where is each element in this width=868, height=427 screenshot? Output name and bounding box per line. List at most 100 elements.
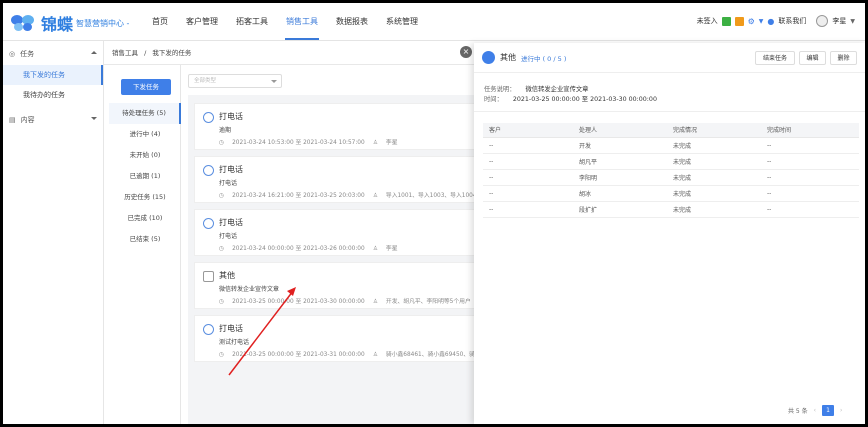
cell-customer: -- <box>483 169 573 186</box>
task-group-history[interactable]: 历史任务 (15) <box>109 187 181 208</box>
target-icon: ◎ <box>9 50 16 58</box>
checkin-status[interactable]: 未签入 <box>697 16 718 26</box>
cell-finish-time: -- <box>761 137 859 154</box>
cell-status: 未完成 <box>667 169 761 186</box>
task-group-in-progress[interactable]: 进行中 (4) <box>109 124 181 145</box>
end-task-button[interactable]: 结束任务 <box>755 51 795 65</box>
table-row[interactable]: -- 胡凡平 未完成 -- <box>483 153 859 170</box>
close-icon[interactable]: × <box>460 46 472 58</box>
sidebar-item-my-issued-tasks[interactable]: 我下发的任务 <box>3 65 103 85</box>
edit-button[interactable]: 编辑 <box>799 51 826 65</box>
task-info: 任务说明： 微信转发企业宣传文章 时间： 2021-03-25 00:00:00 至… <box>484 85 657 105</box>
task-desc: 打电话 <box>219 233 238 240</box>
task-card[interactable]: 打电话 测试打电话 ◷ 2021-03-25 00:00:00 至 2021-03… <box>194 315 481 362</box>
cell-finish-time: -- <box>761 169 859 186</box>
contact-icon: ● <box>767 16 775 26</box>
logo[interactable]: 锦蝶 智慧营销中心 - <box>11 11 129 35</box>
chevron-up-icon <box>91 51 97 54</box>
message-icon[interactable] <box>734 16 744 26</box>
total-count: 共 5 条 <box>788 408 808 415</box>
checkin-icon[interactable] <box>721 16 731 26</box>
task-type-select[interactable]: 全部类型 <box>188 74 282 88</box>
other-task-icon <box>203 271 214 282</box>
header-tools: 未签入 ⚙ ▼ ● 联系我们 李星 ▼ <box>697 15 855 27</box>
table-row[interactable]: -- 开发 未完成 -- <box>483 137 859 154</box>
task-time: 2021-03-24 16:21:00 至 2021-03-25 20:03:0… <box>232 193 365 199</box>
chevron-down-icon[interactable]: ▼ <box>759 18 764 25</box>
task-title: 打电话 <box>219 324 243 333</box>
task-time: 2021-03-25 00:00:00 至 2021-03-31 00:00:0… <box>232 352 365 358</box>
task-group-completed[interactable]: 已完成 (10) <box>109 208 181 229</box>
task-meta: ◷ 2021-03-25 00:00:00 至 2021-03-31 00:00:… <box>219 349 489 358</box>
breadcrumb-current: 我下发的任务 <box>152 49 192 57</box>
nav-system-management[interactable]: 系统管理 <box>377 3 427 40</box>
nav-prospecting-tools[interactable]: 拓客工具 <box>227 3 277 40</box>
user-name[interactable]: 李星 <box>832 16 846 26</box>
table-row[interactable]: -- 段扩扩 未完成 -- <box>483 201 859 218</box>
cell-handler: 胡凡平 <box>573 153 667 170</box>
phone-circle-icon <box>203 324 214 335</box>
cell-handler: 段扩扩 <box>573 201 667 218</box>
task-meta: ◷ 2021-03-24 10:53:00 至 2021-03-24 10:57:… <box>219 137 406 146</box>
gear-icon[interactable]: ⚙ <box>748 17 755 26</box>
page-button[interactable]: 1 <box>822 405 835 416</box>
issue-task-button[interactable]: 下发任务 <box>121 79 171 95</box>
next-page-icon[interactable]: › <box>840 407 842 414</box>
nav-home[interactable]: 首页 <box>143 3 177 40</box>
breadcrumb-root[interactable]: 销售工具 <box>112 49 138 57</box>
task-desc: 微信转发企业宣传文章 <box>219 286 280 293</box>
phone-circle-icon <box>203 165 214 176</box>
chevron-down-icon <box>271 80 277 83</box>
cell-finish-time: -- <box>761 185 859 202</box>
clock-icon: ◷ <box>219 193 225 199</box>
user-menu-chevron-icon[interactable]: ▼ <box>850 18 855 25</box>
task-group-not-started[interactable]: 未开始 (0) <box>109 145 181 166</box>
task-time: 2021-03-24 00:00:00 至 2021-03-26 00:00:0… <box>232 246 365 252</box>
nav-reports[interactable]: 数据报表 <box>327 3 377 40</box>
phone-circle-icon <box>203 218 214 229</box>
delete-button[interactable]: 删除 <box>830 51 857 65</box>
cell-status: 未完成 <box>667 153 761 170</box>
nav-customer-management[interactable]: 客户管理 <box>177 3 227 40</box>
task-time: 2021-03-25 00:00:00 至 2021-03-30 00:00:0… <box>232 299 365 305</box>
sidebar-group-label: 内容 <box>20 116 35 124</box>
task-card[interactable]: 打电话 打电话 ◷ 2021-03-24 16:21:00 至 2021-03-2… <box>194 156 482 203</box>
col-handler: 处理人 <box>573 123 667 138</box>
task-meta: ◷ 2021-03-25 00:00:00 至 2021-03-30 00:00:… <box>219 296 479 305</box>
table-row[interactable]: -- 李阳明 未完成 -- <box>483 169 859 186</box>
task-group-ended[interactable]: 已结束 (5) <box>109 229 181 250</box>
task-card[interactable]: 打电话 逾期 ◷ 2021-03-24 10:53:00 至 2021-03-24… <box>194 103 480 150</box>
brand-name: 锦蝶 <box>41 15 74 34</box>
person-icon: ♙ <box>372 352 378 358</box>
avatar[interactable] <box>816 15 829 27</box>
nav-sales-tools[interactable]: 销售工具 <box>277 3 327 40</box>
cell-finish-time: -- <box>761 153 859 170</box>
task-group-overdue[interactable]: 已逾期 (1) <box>109 166 181 187</box>
cell-customer: -- <box>483 185 573 202</box>
sidebar-group-tasks[interactable]: ◎ 任务 <box>3 43 103 65</box>
clock-icon: ◷ <box>219 246 225 252</box>
sidebar-group-label: 任务 <box>20 50 35 58</box>
task-people: 李星 <box>385 140 398 146</box>
clock-icon: ◷ <box>219 140 225 146</box>
prev-page-icon[interactable]: ‹ <box>814 407 816 414</box>
task-group-list: 待处理任务 (5) 进行中 (4) 未开始 (0) 已逾期 (1) 历史任务 (… <box>109 103 181 250</box>
task-card[interactable]: 其他 微信转发企业宣传文章 ◷ 2021-03-25 00:00:00 至 202… <box>194 262 480 309</box>
task-desc: 测试打电话 <box>219 339 250 346</box>
status-badge: 进行中 ( 0 / 5 ) <box>521 55 567 63</box>
task-people: 开发、胡凡平、李阳明等5个用户 <box>385 299 471 305</box>
chevron-down-icon <box>91 117 97 120</box>
task-group-pending[interactable]: 待处理任务 (5) <box>109 103 181 124</box>
cell-handler: 开发 <box>573 137 667 154</box>
sidebar-item-my-todo-tasks[interactable]: 我待办的任务 <box>3 85 103 105</box>
table-row[interactable]: -- 胡冰 未完成 -- <box>483 185 859 202</box>
main-nav: 首页 客户管理 拓客工具 销售工具 数据报表 系统管理 <box>143 3 427 40</box>
sidebar-group-content[interactable]: ▤ 内容 <box>3 109 103 131</box>
task-card[interactable]: 打电话 打电话 ◷ 2021-03-24 00:00:00 至 2021-03-2… <box>194 209 480 256</box>
task-desc: 逾期 <box>219 127 232 134</box>
table-header-row: 客户 处理人 完成情况 完成时间 <box>483 123 859 138</box>
time-value: 2021-03-25 00:00:00 至 2021-03-30 00:00:0… <box>512 96 657 103</box>
contact-link[interactable]: 联系我们 <box>778 16 806 26</box>
document-icon: ▤ <box>9 116 16 124</box>
butterfly-logo-icon <box>11 13 39 33</box>
